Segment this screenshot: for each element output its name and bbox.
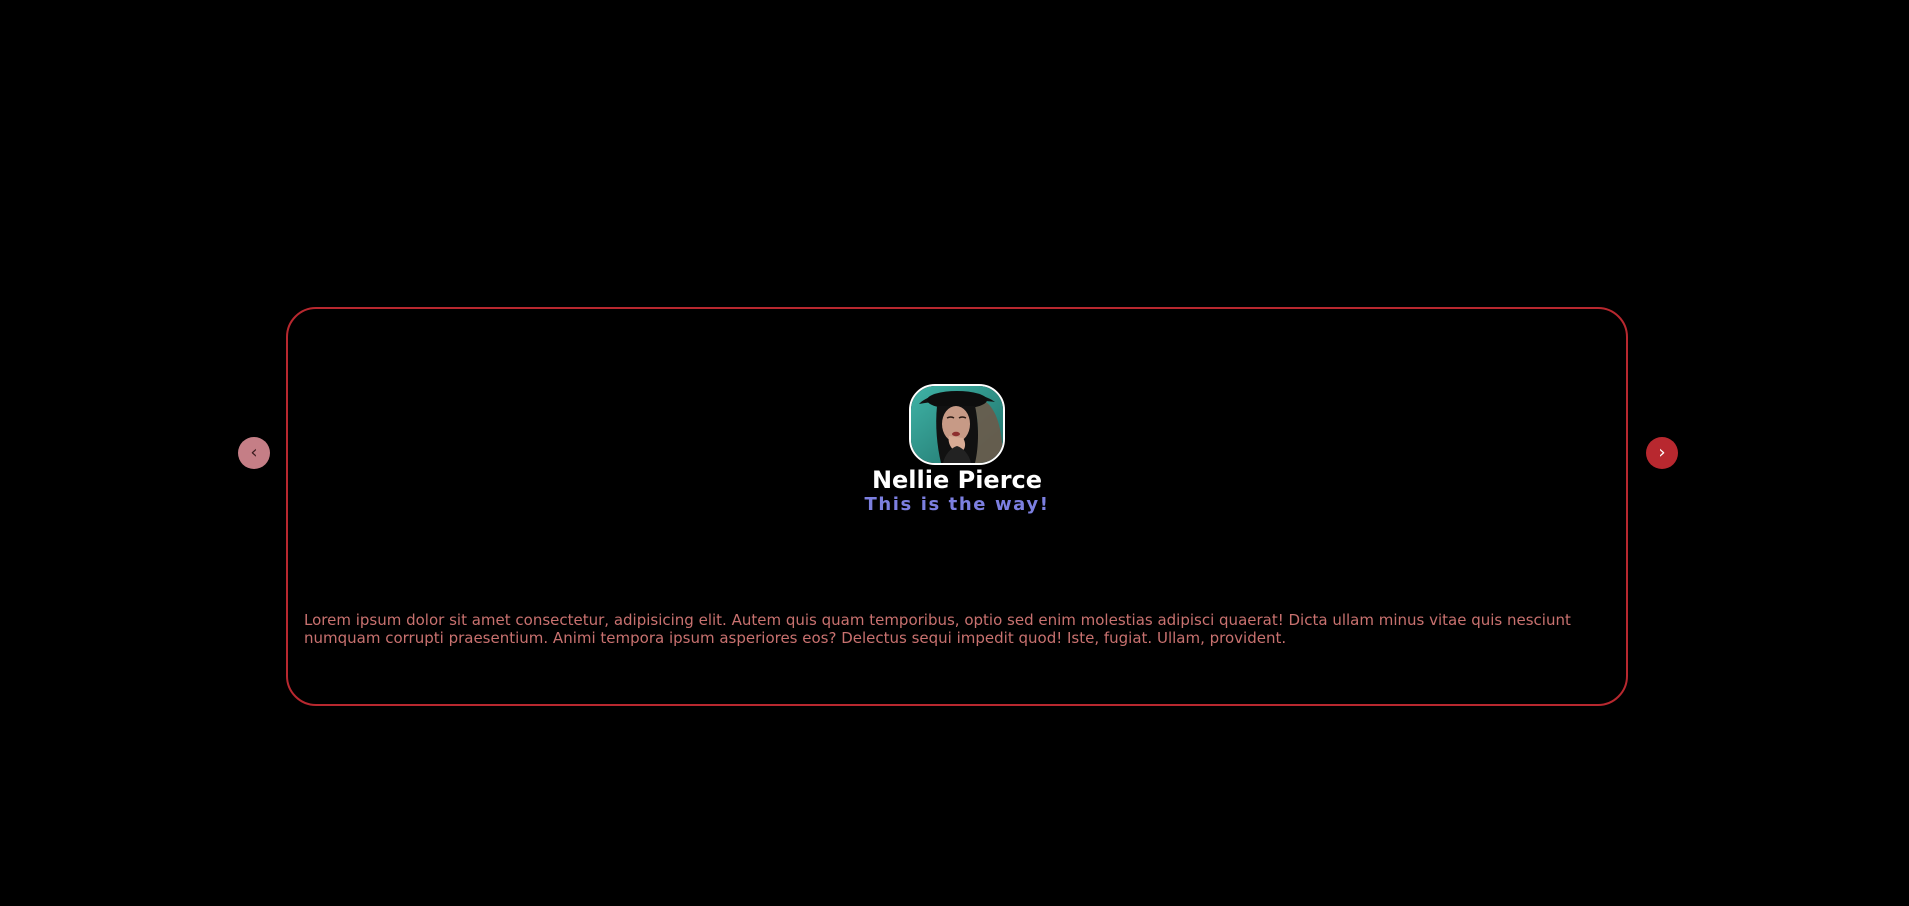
profile: Nellie Pierce This is the way! — [288, 384, 1626, 516]
testimonial-card: Nellie Pierce This is the way! Lorem ips… — [286, 307, 1628, 706]
chevron-right-icon: › — [1658, 442, 1666, 463]
avatar — [909, 384, 1005, 465]
chevron-left-icon: ‹ — [250, 442, 258, 463]
previous-button[interactable]: ‹ — [238, 437, 270, 469]
next-button[interactable]: › — [1646, 437, 1678, 469]
person-name: Nellie Pierce — [871, 466, 1043, 494]
person-tagline: This is the way! — [864, 494, 1050, 515]
testimonial-text: Lorem ipsum dolor sit amet consectetur, … — [304, 611, 1571, 647]
